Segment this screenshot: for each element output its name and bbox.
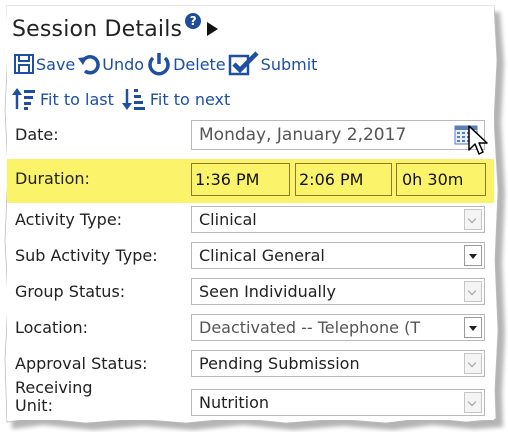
fit-to-next-label: Fit to next xyxy=(149,89,231,109)
fit-to-last-icon xyxy=(12,88,35,110)
undo-label: Undo xyxy=(102,54,145,74)
activity-type-row: Activity Type: Clinical xyxy=(7,203,494,237)
save-label: Save xyxy=(36,54,76,74)
location-label: Location: xyxy=(15,318,89,337)
date-field[interactable]: Monday, January 2,2017 xyxy=(191,120,485,150)
date-row: Date: Monday, January 2,2017 xyxy=(7,116,494,152)
receiving-unit-label-line2: Unit: xyxy=(15,396,53,415)
mouse-cursor-icon xyxy=(468,125,488,155)
delete-label: Delete xyxy=(173,54,226,74)
receiving-unit-label: Receiving Unit: xyxy=(15,379,93,415)
activity-type-value: Clinical xyxy=(199,210,257,229)
submit-icon xyxy=(228,51,259,76)
group-status-select[interactable]: Seen Individually xyxy=(191,278,485,305)
sub-activity-type-select[interactable]: Clinical General xyxy=(191,242,485,269)
sub-activity-type-row: Sub Activity Type: Clinical General xyxy=(7,239,494,273)
save-button[interactable]: Save xyxy=(13,53,75,75)
session-details-panel: Session Details ? Save Undo Delete Submi… xyxy=(7,6,494,420)
receiving-unit-label-line1: Receiving xyxy=(15,378,93,397)
location-value: Deactivated -- Telephone (T xyxy=(199,318,421,337)
delete-icon xyxy=(148,53,170,76)
fit-to-last-button[interactable]: Fit to last xyxy=(12,87,114,111)
date-value: Monday, January 2,2017 xyxy=(199,125,407,145)
start-time-field[interactable]: 1:36 PM xyxy=(191,163,290,196)
fit-to-next-icon xyxy=(121,89,145,110)
chevron-down-icon xyxy=(464,392,482,413)
chevron-down-icon xyxy=(464,209,482,230)
fit-to-last-label: Fit to last xyxy=(40,89,114,109)
dropdown-arrow-icon xyxy=(464,317,482,338)
dropdown-arrow-icon xyxy=(464,245,482,266)
group-status-value: Seen Individually xyxy=(199,282,336,301)
toolbar: Save Undo Delete Submit xyxy=(13,50,319,78)
title-row: Session Details ? xyxy=(12,13,219,44)
save-icon xyxy=(14,54,34,74)
sub-activity-type-value: Clinical General xyxy=(199,246,325,265)
duration-total-field[interactable]: 0h 30m xyxy=(396,163,486,196)
receiving-unit-value: Nutrition xyxy=(199,393,270,412)
end-time-field[interactable]: 2:06 PM xyxy=(295,163,392,196)
approval-status-value: Pending Submission xyxy=(199,354,360,373)
fit-row: Fit to last Fit to next xyxy=(12,86,238,112)
group-status-row: Group Status: Seen Individually xyxy=(7,275,494,309)
chevron-down-icon xyxy=(464,353,482,374)
chevron-down-icon xyxy=(464,281,482,302)
submit-label: Submit xyxy=(260,54,318,74)
location-select[interactable]: Deactivated -- Telephone (T xyxy=(191,314,485,341)
undo-icon xyxy=(78,55,101,75)
duration-label: Duration: xyxy=(15,169,90,188)
date-label: Date: xyxy=(15,125,59,144)
expand-arrow-icon[interactable] xyxy=(207,22,219,36)
receiving-unit-select[interactable]: Nutrition xyxy=(191,389,485,416)
delete-button[interactable]: Delete xyxy=(146,52,226,76)
undo-button[interactable]: Undo xyxy=(77,53,144,75)
approval-status-row: Approval Status: Pending Submission xyxy=(7,347,494,381)
fit-to-next-button[interactable]: Fit to next xyxy=(121,87,231,111)
receiving-unit-row: Receiving Unit: Nutrition xyxy=(7,377,494,420)
group-status-label: Group Status: xyxy=(15,282,126,301)
submit-button[interactable]: Submit xyxy=(228,51,318,77)
help-icon[interactable]: ? xyxy=(185,13,202,29)
approval-status-label: Approval Status: xyxy=(15,354,148,373)
approval-status-select[interactable]: Pending Submission xyxy=(191,350,485,377)
sub-activity-type-label: Sub Activity Type: xyxy=(15,246,158,265)
activity-type-select[interactable]: Clinical xyxy=(191,206,485,233)
activity-type-label: Activity Type: xyxy=(15,210,123,229)
location-row: Location: Deactivated -- Telephone (T xyxy=(7,311,494,345)
page-title: Session Details xyxy=(12,16,183,42)
